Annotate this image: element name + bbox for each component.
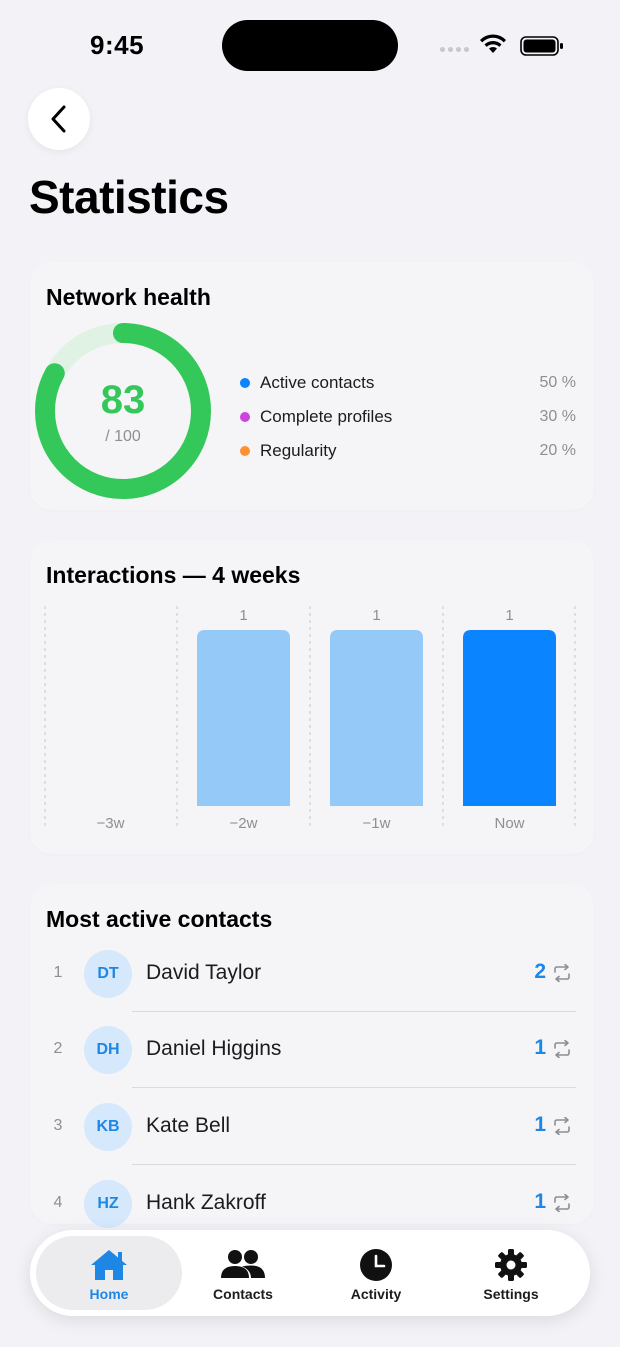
contact-name: Daniel Higgins xyxy=(146,1037,282,1060)
interactions-title: Interactions — 4 weeks xyxy=(46,562,301,588)
x-tick-label: −3w xyxy=(97,815,125,832)
interaction-count: 1 xyxy=(534,1036,546,1059)
bar-2 xyxy=(197,630,290,806)
wifi-icon xyxy=(480,34,506,53)
repeat-icon xyxy=(554,964,570,982)
back-button[interactable] xyxy=(28,88,90,150)
network-health-title: Network health xyxy=(46,284,211,310)
avatar: KB xyxy=(84,1103,132,1151)
repeat-icon xyxy=(554,1040,570,1058)
interaction-count: 1 xyxy=(534,1113,546,1136)
legend-label: Regularity xyxy=(260,441,337,460)
interactions-card: Interactions — 4 weeks −3w 1 −2w 1 −1w 1 Now xyxy=(30,540,594,854)
tab-label: Home xyxy=(89,1286,129,1302)
tab-label: Settings xyxy=(483,1286,539,1302)
status-time: 9:45 xyxy=(90,30,145,60)
repeat-icon xyxy=(554,1194,570,1212)
health-score-max: / 100 xyxy=(105,428,141,445)
repeat-icon xyxy=(554,1117,570,1135)
tab-label: Activity xyxy=(350,1286,402,1302)
network-health-card: Network health 83 / 100 Active contacts … xyxy=(30,262,594,510)
x-tick-label: −1w xyxy=(363,815,391,832)
gear-icon xyxy=(495,1249,527,1281)
contact-rank: 1 xyxy=(53,964,63,981)
interactions-bar-chart: −3w 1 −2w 1 −1w 1 Now xyxy=(44,606,576,832)
x-tick-label: Now xyxy=(494,815,524,832)
legend-dot xyxy=(240,378,250,388)
bar-4 xyxy=(463,630,556,806)
page-title: Statistics xyxy=(29,171,229,223)
avatar: HZ xyxy=(84,1180,132,1228)
status-bar: 9:45 xyxy=(0,0,620,90)
bar-value-label: 1 xyxy=(372,607,380,624)
tab-activity[interactable]: Activity xyxy=(303,1236,449,1310)
contact-row[interactable]: 3 KB Kate Bell 1 xyxy=(30,1089,594,1165)
contact-rank: 3 xyxy=(53,1117,63,1134)
avatar: DH xyxy=(84,1026,132,1074)
legend-dot xyxy=(240,446,250,456)
tab-contacts[interactable]: Contacts xyxy=(170,1236,316,1310)
tab-bar: Home Contacts Activity Settings xyxy=(30,1230,590,1316)
most-active-title: Most active contacts xyxy=(46,906,273,932)
avatar: DT xyxy=(84,950,132,998)
legend-item-complete-profiles: Complete profiles 30 % xyxy=(240,400,576,434)
contact-name: David Taylor xyxy=(146,961,262,984)
interaction-count: 2 xyxy=(534,960,546,983)
legend-dot xyxy=(240,412,250,422)
chevron-left-icon xyxy=(51,105,66,133)
clock-icon xyxy=(360,1249,392,1281)
tab-settings[interactable]: Settings xyxy=(438,1236,584,1310)
x-tick-label: −2w xyxy=(230,815,258,832)
bar-3 xyxy=(330,630,423,806)
battery-icon xyxy=(520,36,563,56)
most-active-card: Most active contacts 1 DT David Taylor 2… xyxy=(30,884,594,1228)
legend-percent: 30 % xyxy=(539,408,576,425)
tab-home[interactable]: Home xyxy=(36,1236,182,1310)
legend-percent: 20 % xyxy=(539,442,576,459)
health-score-value: 83 xyxy=(100,378,146,422)
contact-name: Kate Bell xyxy=(146,1114,231,1137)
contact-name: Hank Zakroff xyxy=(146,1191,266,1214)
legend-item-regularity: Regularity 20 % xyxy=(240,434,576,468)
bar-value-label: 1 xyxy=(239,607,247,624)
cellular-signal-icon xyxy=(440,47,469,52)
legend-percent: 50 % xyxy=(539,374,576,391)
legend-item-active-contacts: Active contacts 50 % xyxy=(240,366,576,400)
contact-rank: 4 xyxy=(53,1194,63,1211)
legend-label: Active contacts xyxy=(260,373,375,392)
bar-value-label: 1 xyxy=(505,607,513,624)
contact-rank: 2 xyxy=(53,1040,63,1057)
row-divider xyxy=(132,1164,576,1165)
legend-label: Complete profiles xyxy=(260,407,393,426)
health-legend: Active contacts 50 % Complete profiles 3… xyxy=(240,366,576,468)
home-icon xyxy=(91,1250,127,1280)
dynamic-island xyxy=(222,20,398,71)
contact-row[interactable]: 1 DT David Taylor 2 xyxy=(30,936,594,1012)
row-divider xyxy=(132,1087,576,1088)
contact-row[interactable]: 2 DH Daniel Higgins 1 xyxy=(30,1012,594,1088)
contacts-icon xyxy=(221,1250,265,1278)
tab-label: Contacts xyxy=(213,1286,273,1302)
interaction-count: 1 xyxy=(534,1190,546,1213)
